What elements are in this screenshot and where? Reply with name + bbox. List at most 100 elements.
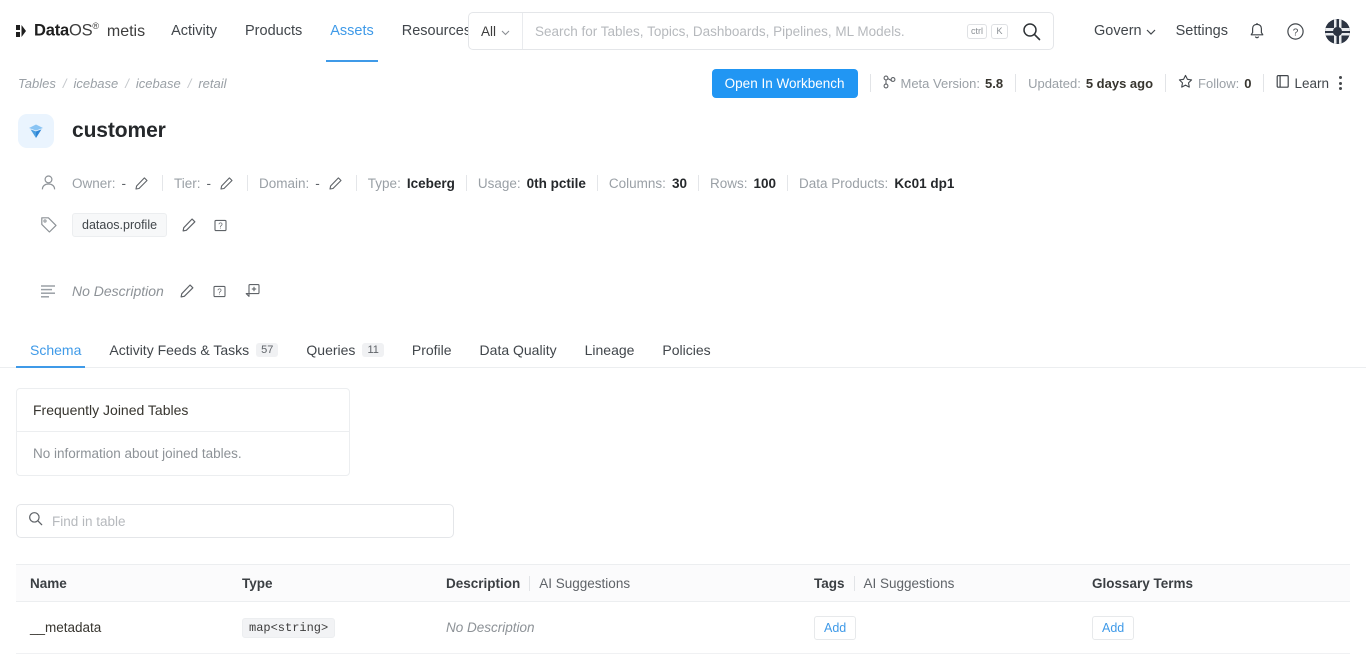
meta-data-products-value[interactable]: Kc01 dp1 bbox=[894, 176, 954, 191]
breadcrumb-item-1[interactable]: icebase bbox=[73, 76, 118, 91]
schema-table-header: Name Type Description AI Suggestions Tag… bbox=[16, 564, 1350, 602]
column-header-glossary-terms[interactable]: Glossary Terms bbox=[1078, 576, 1350, 591]
meta-columns: Columns: 30 bbox=[609, 176, 687, 191]
global-search-input[interactable] bbox=[523, 23, 967, 39]
divider bbox=[1263, 74, 1265, 92]
tab-activity-feeds-tasks[interactable]: Activity Feeds & Tasks 57 bbox=[95, 342, 292, 367]
tab-data-quality[interactable]: Data Quality bbox=[466, 342, 571, 367]
column-header-tags-ai-suggestions[interactable]: AI Suggestions bbox=[853, 575, 954, 591]
meta-domain: Domain: - bbox=[259, 174, 345, 193]
meta-usage-label: Usage: bbox=[477, 175, 521, 191]
cell-column-tags: Add bbox=[800, 615, 1078, 640]
tab-profile[interactable]: Profile bbox=[398, 342, 466, 367]
meta-data-products-label: Data Products: bbox=[799, 175, 889, 191]
tab-lineage[interactable]: Lineage bbox=[571, 342, 649, 367]
asset-title-row: customer bbox=[0, 100, 1366, 148]
settings-link[interactable]: Settings bbox=[1176, 23, 1228, 39]
column-type-chip: map<string> bbox=[242, 617, 336, 638]
add-tag-button[interactable]: Add bbox=[814, 615, 857, 640]
asset-description-row: No Description ? bbox=[0, 276, 1366, 306]
add-glossary-term-button[interactable]: Add bbox=[1092, 615, 1135, 640]
learn-button[interactable]: Learn bbox=[1276, 74, 1329, 92]
column-description-value: No Description bbox=[446, 619, 535, 635]
more-options-icon[interactable] bbox=[1333, 72, 1348, 94]
divider bbox=[869, 74, 871, 92]
divider bbox=[697, 175, 699, 191]
edit-domain-pencil-icon[interactable] bbox=[326, 174, 345, 193]
asset-actions: Open In Workbench Meta Version: 5.8 Upda… bbox=[711, 68, 1348, 98]
column-header-type[interactable]: Type bbox=[228, 576, 432, 591]
follow-control[interactable]: Follow: 0 bbox=[1178, 74, 1251, 92]
search-shortcut-hint: ctrl K bbox=[967, 23, 1008, 39]
global-search-bar: All ctrl K bbox=[468, 12, 1054, 50]
cell-column-description[interactable]: No Description bbox=[432, 619, 800, 637]
brand-logo[interactable]: DataOS® metis bbox=[16, 21, 145, 41]
breadcrumb-separator: / bbox=[187, 75, 192, 91]
edit-description-pencil-icon[interactable] bbox=[177, 281, 197, 301]
frequently-joined-tables-empty: No information about joined tables. bbox=[33, 446, 242, 461]
description-content: No Description ? bbox=[72, 281, 263, 301]
govern-menu[interactable]: Govern bbox=[1094, 23, 1156, 39]
meta-usage-value: 0th pctile bbox=[526, 175, 586, 191]
meta-domain-value: - bbox=[315, 175, 320, 191]
asset-metadata-row: Owner: - Tier: - Domain: - Type: Iceberg bbox=[0, 168, 1366, 198]
column-header-tags-label: Tags bbox=[814, 575, 845, 591]
tab-activity-feeds-tasks-label: Activity Feeds & Tasks bbox=[109, 342, 250, 358]
brand-name-light: OS bbox=[68, 21, 93, 40]
tags-question-box-icon[interactable]: ? bbox=[211, 216, 230, 235]
meta-rows-label: Rows: bbox=[709, 175, 748, 191]
cell-column-glossary: Add bbox=[1078, 615, 1350, 640]
chevron-down-icon bbox=[1146, 23, 1156, 39]
chevron-down-icon bbox=[501, 24, 510, 39]
govern-label: Govern bbox=[1094, 23, 1142, 39]
main-nav-links: Activity Products Assets Resources bbox=[171, 0, 471, 62]
notification-bell-icon[interactable] bbox=[1248, 22, 1266, 41]
find-in-table-search bbox=[16, 504, 454, 538]
tag-chip-dataos-profile[interactable]: dataos.profile bbox=[72, 213, 168, 237]
metadata-fields: Owner: - Tier: - Domain: - Type: Iceberg bbox=[72, 174, 954, 193]
add-comment-icon[interactable] bbox=[242, 281, 263, 301]
tab-schema-label: Schema bbox=[30, 342, 82, 358]
help-circle-icon[interactable]: ? bbox=[1286, 22, 1305, 41]
updated-label: Updated: bbox=[1028, 75, 1081, 91]
tab-queries[interactable]: Queries 11 bbox=[292, 342, 397, 367]
divider bbox=[355, 175, 357, 191]
edit-tags-pencil-icon[interactable] bbox=[179, 215, 199, 235]
breadcrumb-item-2[interactable]: icebase bbox=[136, 76, 181, 91]
nav-item-activity[interactable]: Activity bbox=[171, 0, 217, 62]
breadcrumb-item-0[interactable]: Tables bbox=[18, 76, 56, 91]
nav-item-products[interactable]: Products bbox=[245, 0, 302, 62]
open-in-workbench-button[interactable]: Open In Workbench bbox=[711, 68, 858, 98]
description-question-box-icon[interactable]: ? bbox=[210, 282, 229, 301]
kebab-dot bbox=[1339, 76, 1342, 79]
search-icon[interactable] bbox=[1018, 22, 1053, 41]
nav-item-resources[interactable]: Resources bbox=[402, 0, 471, 62]
tab-schema[interactable]: Schema bbox=[16, 342, 95, 368]
table-row[interactable]: __metadata map<string> No Description Ad… bbox=[16, 602, 1350, 654]
page-title: customer bbox=[72, 119, 166, 142]
breadcrumb-item-3[interactable]: retail bbox=[198, 76, 226, 91]
star-outline-icon bbox=[1178, 74, 1193, 92]
meta-tier: Tier: - bbox=[174, 174, 236, 193]
edit-tier-pencil-icon[interactable] bbox=[217, 174, 236, 193]
frequently-joined-tables-card: Frequently Joined Tables No information … bbox=[16, 388, 350, 476]
column-header-description-ai-suggestions[interactable]: AI Suggestions bbox=[529, 575, 630, 591]
search-icon bbox=[28, 511, 43, 531]
nav-item-assets[interactable]: Assets bbox=[326, 0, 378, 62]
user-avatar[interactable] bbox=[1325, 18, 1350, 44]
divider bbox=[1165, 74, 1167, 92]
search-scope-selector[interactable]: All bbox=[469, 13, 523, 49]
edit-owner-pencil-icon[interactable] bbox=[132, 174, 151, 193]
follow-value: 0 bbox=[1244, 75, 1252, 91]
column-header-name[interactable]: Name bbox=[16, 576, 228, 591]
meta-owner-label: Owner: bbox=[72, 175, 116, 191]
meta-rows: Rows: 100 bbox=[710, 176, 776, 191]
meta-tier-value: - bbox=[206, 175, 212, 191]
tab-policies[interactable]: Policies bbox=[648, 342, 724, 367]
kbd-ctrl: ctrl bbox=[967, 23, 987, 39]
breadcrumb-action-row: Tables / icebase / icebase / retail Open… bbox=[0, 66, 1366, 100]
tab-policies-label: Policies bbox=[662, 342, 711, 358]
meta-columns-label: Columns: bbox=[608, 175, 666, 191]
find-in-table-input[interactable] bbox=[52, 513, 442, 529]
iceberg-table-icon bbox=[18, 114, 54, 148]
